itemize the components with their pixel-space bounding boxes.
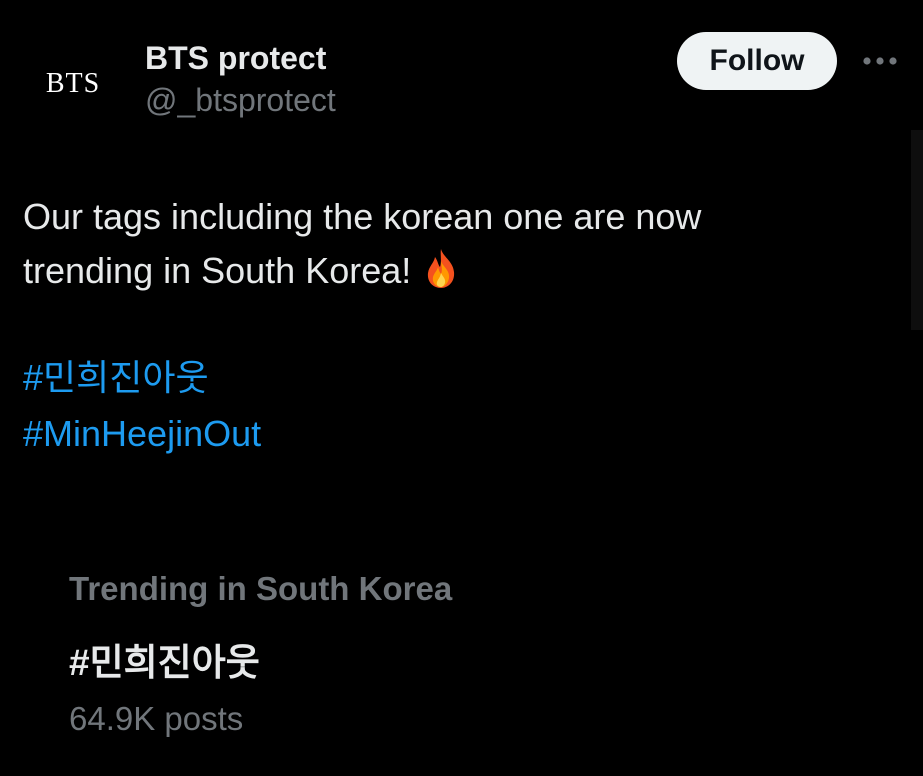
tweet-text-line-1: Our tags including the korean one are no…: [23, 196, 702, 237]
tweet-text-line-2: trending in South Korea!: [23, 244, 883, 304]
fire-icon: [423, 247, 459, 304]
username-handle[interactable]: @_btsprotect: [145, 82, 336, 119]
tweet-text: Our tags including the korean one are no…: [23, 190, 883, 304]
trend-name: #민희진아웃: [69, 642, 260, 683]
avatar[interactable]: BTS: [16, 34, 130, 134]
avatar-text: BTS: [45, 68, 101, 99]
trend-card[interactable]: Trending in South Korea #민희진아웃 64.9K pos…: [40, 520, 740, 760]
hashtag-link-english[interactable]: #MinHeejinOut: [23, 406, 261, 462]
scroll-edge: [911, 130, 923, 330]
trend-context: Trending in South Korea: [69, 570, 453, 607]
trend-post-count: 64.9K posts: [69, 700, 244, 737]
hashtag-list: #민희진아웃 #MinHeejinOut: [23, 350, 261, 462]
more-options-button[interactable]: [858, 44, 902, 78]
follow-button[interactable]: Follow: [677, 32, 837, 90]
display-name[interactable]: BTS protect: [145, 40, 326, 77]
hashtag-link-korean[interactable]: #민희진아웃: [23, 350, 261, 406]
tweet-text-line-2-text: trending in South Korea!: [23, 250, 412, 291]
more-horizontal-icon: [863, 57, 897, 65]
